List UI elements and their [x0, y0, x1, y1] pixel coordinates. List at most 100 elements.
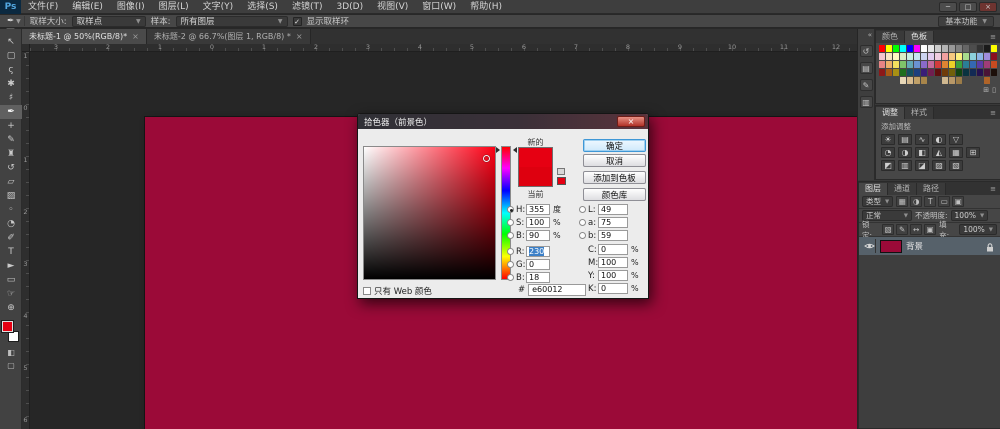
color-swatch[interactable]: [942, 69, 948, 76]
clone-source-panel-icon[interactable]: ▥: [860, 96, 873, 108]
color-swatch[interactable]: [963, 69, 969, 76]
radio-h[interactable]: [507, 206, 514, 213]
y-input[interactable]: 100: [598, 270, 628, 281]
show-sampling-ring-checkbox[interactable]: ✓: [293, 17, 302, 26]
color-swatch[interactable]: [928, 69, 934, 76]
color-swatch[interactable]: [949, 69, 955, 76]
filter-shape-icon[interactable]: ▭: [938, 196, 950, 207]
color-swatch[interactable]: [956, 69, 962, 76]
b-lab-input[interactable]: 59: [598, 230, 628, 241]
color-swatch[interactable]: [886, 45, 892, 52]
tab-close-icon[interactable]: ×: [132, 32, 139, 41]
color-swatch[interactable]: [963, 53, 969, 60]
radio-s[interactable]: [507, 219, 514, 226]
lock-transparency-icon[interactable]: ▧: [882, 224, 894, 235]
a-input[interactable]: 75: [598, 217, 628, 228]
quick-selection-tool[interactable]: ✱: [0, 77, 22, 91]
shape-tool[interactable]: ▭: [0, 273, 22, 287]
color-swatch[interactable]: [942, 45, 948, 52]
radio-l[interactable]: [579, 206, 586, 213]
menu-item[interactable]: 3D(D): [329, 0, 370, 14]
color-swatch[interactable]: [984, 77, 990, 84]
eyedropper-tool[interactable]: ✒: [0, 105, 22, 119]
color-lookup-icon[interactable]: ⊞: [966, 147, 980, 158]
fill-value[interactable]: 100%▼: [959, 224, 997, 235]
levels-icon[interactable]: ▤: [898, 134, 912, 145]
color-swatch[interactable]: [977, 53, 983, 60]
lock-pixels-icon[interactable]: ✎: [896, 224, 908, 235]
exposure-icon[interactable]: ◐: [932, 134, 946, 145]
color-swatch[interactable]: [886, 61, 892, 68]
color-swatch[interactable]: [942, 77, 948, 84]
color-swatch[interactable]: [886, 77, 892, 84]
color-swatch[interactable]: [914, 61, 920, 68]
black-white-icon[interactable]: ◧: [915, 147, 929, 158]
color-swatch[interactable]: [921, 77, 927, 84]
radio-g[interactable]: [507, 261, 514, 268]
lock-all-icon[interactable]: ▣: [924, 224, 936, 235]
tab-swatches[interactable]: 色板: [905, 31, 934, 43]
brightness-contrast-icon[interactable]: ☀: [881, 134, 895, 145]
path-selection-tool[interactable]: ►: [0, 259, 22, 273]
tab-adjustments[interactable]: 调整: [876, 107, 905, 119]
menu-item[interactable]: 文件(F): [21, 0, 65, 14]
color-swatch[interactable]: [991, 61, 997, 68]
gradient-tool[interactable]: ▨: [0, 189, 22, 203]
ok-button[interactable]: 确定: [583, 139, 646, 152]
color-swatch[interactable]: [935, 53, 941, 60]
color-swatch[interactable]: [907, 53, 913, 60]
color-swatch[interactable]: [991, 69, 997, 76]
layer-row-background[interactable]: 背景: [859, 237, 1000, 255]
k-input[interactable]: 0: [598, 283, 628, 294]
color-swatch[interactable]: [963, 61, 969, 68]
color-swatch[interactable]: [893, 69, 899, 76]
color-swatch[interactable]: [970, 53, 976, 60]
healing-brush-tool[interactable]: +: [0, 119, 22, 133]
sample-size-dropdown[interactable]: 取样点▼: [72, 16, 146, 27]
sample-dropdown[interactable]: 所有图层▼: [176, 16, 288, 27]
color-swatch[interactable]: [921, 69, 927, 76]
web-colors-only-checkbox[interactable]: [363, 287, 371, 295]
saturation-brightness-field[interactable]: [363, 146, 496, 280]
color-swatch[interactable]: [879, 69, 885, 76]
hand-tool[interactable]: ☞: [0, 287, 22, 301]
color-swatch[interactable]: [970, 45, 976, 52]
color-swatch[interactable]: [914, 69, 920, 76]
eraser-tool[interactable]: ▱: [0, 175, 22, 189]
history-panel-icon[interactable]: ↺: [860, 45, 873, 57]
dialog-close-button[interactable]: ×: [617, 116, 645, 127]
menu-item[interactable]: 帮助(H): [463, 0, 509, 14]
delete-swatch-icon[interactable]: ▯: [992, 86, 996, 94]
non-web-safe-icon[interactable]: [557, 168, 565, 175]
workspace-switcher[interactable]: 基本功能▼: [938, 16, 994, 27]
color-swatch[interactable]: [886, 69, 892, 76]
blur-tool[interactable]: ◦: [0, 203, 22, 217]
history-brush-tool[interactable]: ↺: [0, 161, 22, 175]
color-swatch[interactable]: [977, 61, 983, 68]
tool-preset-picker[interactable]: ✒ ▼: [4, 16, 25, 26]
curves-icon[interactable]: ∿: [915, 134, 929, 145]
color-swatch[interactable]: [956, 77, 962, 84]
hue-saturation-icon[interactable]: ◔: [881, 147, 895, 158]
document-tab[interactable]: 未标题-1 @ 50%(RGB/8)*×: [22, 29, 147, 44]
color-swatch[interactable]: [942, 61, 948, 68]
color-swatch[interactable]: [949, 77, 955, 84]
close-button[interactable]: ×: [979, 2, 997, 12]
panel-menu-icon[interactable]: ≡: [986, 107, 1000, 119]
gradient-map-icon[interactable]: ▨: [932, 160, 946, 171]
color-swatch[interactable]: [977, 77, 983, 84]
menu-item[interactable]: 图像(I): [110, 0, 152, 14]
color-swatch[interactable]: [970, 69, 976, 76]
color-swatch[interactable]: [914, 45, 920, 52]
type-tool[interactable]: T: [0, 245, 22, 259]
selective-color-icon[interactable]: ▧: [949, 160, 963, 171]
color-swatch[interactable]: [907, 61, 913, 68]
menu-item[interactable]: 图层(L): [152, 0, 196, 14]
color-swatch[interactable]: [991, 53, 997, 60]
radio-b-lab[interactable]: [579, 232, 586, 239]
move-tool[interactable]: ↖: [0, 35, 22, 49]
color-swatch[interactable]: [949, 61, 955, 68]
color-swatch[interactable]: [879, 45, 885, 52]
brush-panel-icon[interactable]: ✎: [860, 79, 873, 91]
posterize-icon[interactable]: ▥: [898, 160, 912, 171]
